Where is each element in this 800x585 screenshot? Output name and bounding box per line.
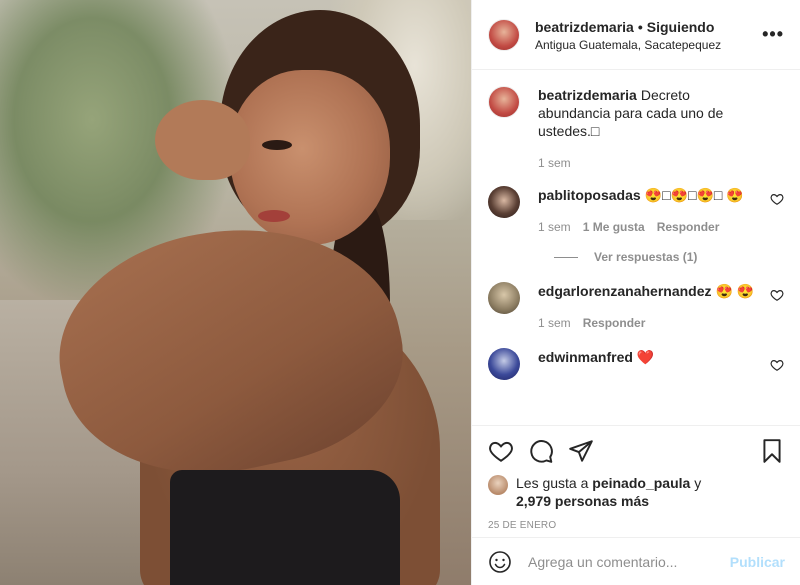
share-paper-plane-icon[interactable]	[568, 438, 594, 464]
comment-avatar[interactable]	[488, 282, 520, 314]
caption-text-block: beatrizdemaria Decreto abundancia para ca…	[538, 86, 760, 140]
header-line: beatrizdemaria • Siguiendo	[535, 18, 762, 36]
caption-body: beatrizdemaria Decreto abundancia para ca…	[538, 86, 784, 170]
comment-text-block: edwinmanfred ❤️	[538, 348, 760, 366]
photo-lips	[258, 210, 290, 222]
comment-username[interactable]: edgarlorenzanahernandez	[538, 283, 712, 299]
post-actions: Les gusta a peinado_paula y 2,979 person…	[472, 425, 800, 531]
comment-row: pablitoposadas 😍□😍□😍□ 😍 1 sem 1 Me gusta …	[488, 186, 784, 234]
comment-username[interactable]: pablitoposadas	[538, 187, 641, 203]
caption-meta: 1 sem	[538, 156, 760, 170]
comment-avatar[interactable]	[488, 348, 520, 380]
comment-row: edgarlorenzanahernandez 😍 😍 1 sem Respond…	[488, 282, 784, 330]
author-avatar[interactable]	[488, 18, 520, 51]
view-replies-button[interactable]: Ver respuestas (1)	[554, 250, 784, 264]
comment-row: edwinmanfred ❤️	[488, 348, 784, 380]
likes-text: Les gusta a peinado_paula y 2,979 person…	[516, 474, 701, 510]
more-options-icon[interactable]: •••	[762, 24, 784, 45]
likes-others-count[interactable]: 2,979 personas más	[516, 493, 649, 509]
reply-button[interactable]: Responder	[657, 220, 720, 234]
replies-line	[554, 256, 578, 258]
post-side-panel: beatrizdemaria • Siguiendo Antigua Guatema…	[471, 0, 800, 585]
like-heart-icon[interactable]	[488, 438, 514, 464]
caption-row: beatrizdemaria Decreto abundancia para ca…	[488, 86, 784, 170]
likes-prefix: Les gusta a	[516, 475, 589, 491]
author-username[interactable]: beatrizdemaria	[535, 19, 634, 35]
comment-time[interactable]: 1 sem	[538, 316, 571, 330]
save-bookmark-icon[interactable]	[759, 438, 785, 464]
photo-top	[170, 470, 400, 585]
header-text: beatrizdemaria • Siguiendo Antigua Guatema…	[535, 18, 762, 52]
liker-username[interactable]: peinado_paula	[592, 475, 690, 491]
post-photo[interactable]	[0, 0, 471, 585]
liker-avatar[interactable]	[488, 475, 508, 495]
like-comment-heart-icon[interactable]	[770, 288, 784, 302]
likes-summary: Les gusta a peinado_paula y 2,979 person…	[488, 474, 785, 510]
action-icons	[488, 436, 785, 466]
post-header: beatrizdemaria • Siguiendo Antigua Guatema…	[472, 0, 800, 70]
post-modal: beatrizdemaria • Siguiendo Antigua Guatema…	[0, 0, 800, 585]
photo-face	[230, 70, 390, 245]
comment-text-block: edgarlorenzanahernandez 😍 😍	[538, 282, 760, 300]
comment-text-block: pablitoposadas 😍□😍□😍□ 😍	[538, 186, 760, 204]
comment-text: 😍□😍□😍□ 😍	[644, 187, 744, 203]
publish-button[interactable]: Publicar	[730, 554, 785, 570]
like-comment-heart-icon[interactable]	[770, 358, 784, 372]
reply-button[interactable]: Responder	[583, 316, 646, 330]
caption-avatar[interactable]	[488, 86, 520, 118]
header-separator: •	[637, 18, 643, 35]
emoji-icon[interactable]	[488, 550, 512, 574]
comment-like-count[interactable]: 1 Me gusta	[583, 220, 645, 234]
photo-raised-hand	[155, 100, 250, 180]
comment-meta: 1 sem Responder	[538, 316, 760, 330]
comments-list[interactable]: beatrizdemaria Decreto abundancia para ca…	[472, 70, 800, 425]
comment-avatar[interactable]	[488, 186, 520, 218]
comment-input[interactable]	[528, 553, 730, 570]
comment-time[interactable]: 1 sem	[538, 220, 571, 234]
comment-body: edwinmanfred ❤️	[538, 348, 784, 380]
caption-username[interactable]: beatrizdemaria	[538, 87, 637, 103]
post-date[interactable]: 25 DE ENERO	[488, 520, 785, 531]
post-location[interactable]: Antigua Guatemala, Sacatepequez	[535, 38, 762, 52]
likes-joiner: y	[694, 475, 702, 491]
comment-text: 😍 😍	[715, 283, 755, 299]
comment-body: pablitoposadas 😍□😍□😍□ 😍 1 sem 1 Me gusta …	[538, 186, 784, 234]
caption-time[interactable]: 1 sem	[538, 156, 571, 170]
comment-text: ❤️	[636, 349, 655, 365]
add-comment-bar: Publicar	[472, 537, 800, 585]
comment-body: edgarlorenzanahernandez 😍 😍 1 sem Respond…	[538, 282, 784, 330]
follow-status[interactable]: Siguiendo	[647, 19, 715, 35]
view-replies-label: Ver respuestas (1)	[594, 250, 698, 264]
photo-eye	[262, 140, 292, 150]
comment-username[interactable]: edwinmanfred	[538, 349, 633, 365]
comment-meta: 1 sem 1 Me gusta Responder	[538, 220, 760, 234]
like-comment-heart-icon[interactable]	[770, 192, 784, 206]
comment-bubble-icon[interactable]	[528, 438, 554, 464]
